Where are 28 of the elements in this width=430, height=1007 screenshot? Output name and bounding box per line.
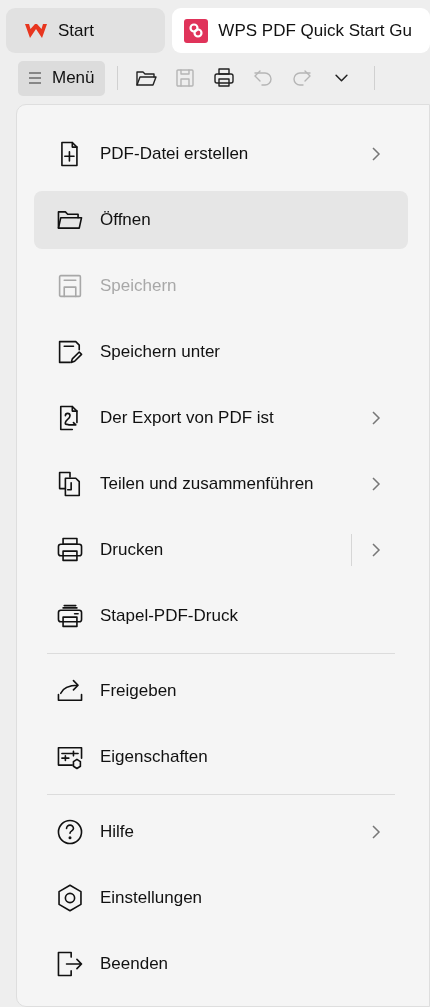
menu-item[interactable]: Hilfe (34, 803, 408, 861)
menu-item[interactable]: Öffnen (34, 191, 408, 249)
menu-item[interactable]: Teilen und zusammenführen (34, 455, 408, 513)
chevron-right-icon (370, 823, 382, 841)
wps-logo-icon (24, 21, 48, 40)
chevron-right-icon (370, 541, 382, 559)
menu-item[interactable]: Drucken (34, 521, 408, 579)
chevron-right-icon (370, 145, 382, 163)
tab[interactable]: Start (6, 8, 166, 53)
chevron-right-icon (370, 475, 382, 493)
menu-item[interactable]: Der Export von PDF ist (34, 389, 408, 447)
menu-item[interactable]: Einstellungen (34, 869, 408, 927)
menu-item[interactable]: Freigeben (34, 662, 408, 720)
menu-item[interactable]: Eigenschaften (34, 728, 408, 786)
exit-icon (55, 949, 85, 979)
menu-item[interactable]: Beenden (34, 935, 408, 993)
help-icon (55, 817, 85, 847)
chevron-right-icon (370, 409, 382, 427)
settings-icon (55, 883, 85, 913)
menu-item[interactable]: Speichern unter (34, 323, 408, 381)
pdf-logo-icon (184, 18, 209, 43)
menu-item[interactable]: Stapel-PDF-Druck (34, 587, 408, 645)
menu-item[interactable]: PDF-Datei erstellen (34, 125, 408, 183)
menu-icon (28, 71, 42, 85)
tab[interactable]: WPS PDF Quick Start Gu (172, 8, 430, 53)
chevron-down-icon (334, 74, 348, 82)
menu-button[interactable]: Menü (18, 60, 105, 96)
print-icon (212, 66, 237, 90)
